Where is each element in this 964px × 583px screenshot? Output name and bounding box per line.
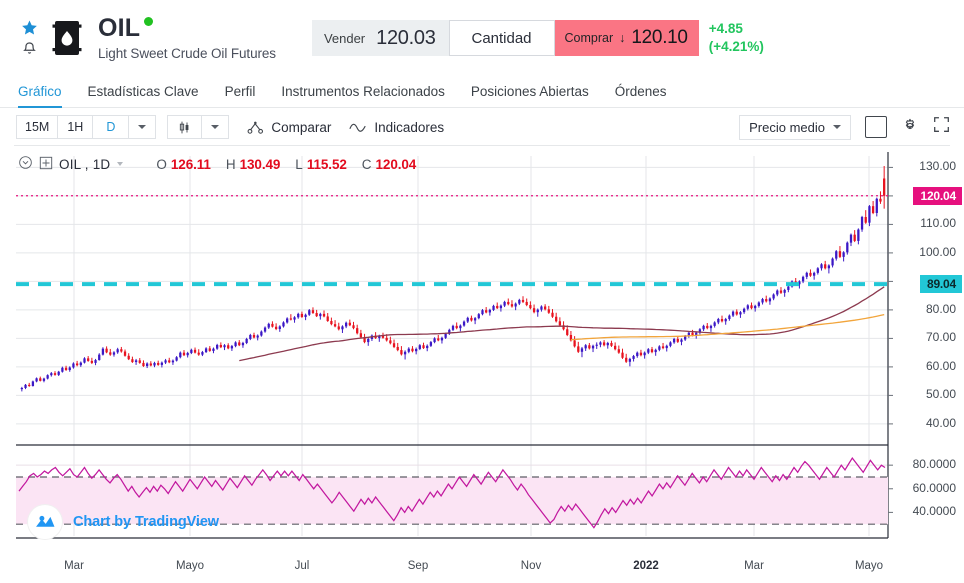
change-block: +4.85 (+4.21%) [709, 20, 764, 56]
symbol-name: OIL [98, 13, 141, 42]
chart-toolbar: 15M 1H D Comparar Indicadores Precio med… [0, 108, 964, 146]
ohlc-value-o: 126.11 [170, 156, 211, 172]
price-tick-label: 80.00 [925, 301, 956, 316]
time-tick-label: Mar [744, 560, 764, 572]
indicators-label: Indicadores [374, 119, 445, 135]
sell-label: Vender [323, 30, 366, 46]
indicator-tick-label: 40.0000 [912, 504, 956, 519]
timeframe-more-button[interactable] [129, 115, 157, 139]
buy-price: 120.10 [631, 27, 688, 48]
arrow-down-icon: ↓ [619, 31, 626, 45]
star-icon[interactable] [20, 19, 39, 37]
time-tick-label: Sep [407, 560, 429, 572]
ohlc-key-h: H [225, 156, 236, 172]
chart-legend: OIL , 1D O 126.11 H 130.49 L 115.52 C 120.04 [18, 155, 416, 173]
market-open-dot [144, 16, 154, 26]
compare-button[interactable]: Comparar [247, 120, 331, 135]
indicator-tick-label: 80.0000 [912, 457, 956, 472]
sell-button[interactable]: Vender 120.03 [311, 20, 449, 56]
change-absolute: +4.85 [708, 20, 743, 36]
trading-chart-page: OIL Light Sweet Crude Oil Futures Vender… [0, 0, 964, 583]
ohlc-value-h: 130.49 [239, 156, 281, 172]
tab-perfil[interactable]: Perfil [225, 84, 256, 108]
timeframe-d[interactable]: D [93, 116, 128, 138]
ohlc-key-l: L [295, 156, 303, 172]
price-tick-label: 50.00 [925, 387, 956, 402]
bell-icon[interactable] [21, 40, 38, 57]
oil-barrel-icon [50, 18, 84, 58]
tab-instrumentos-relacionados[interactable]: Instrumentos Relacionados [281, 84, 445, 108]
plus-square-icon[interactable] [39, 156, 53, 173]
legend-symbol[interactable]: OIL , 1D [59, 157, 110, 172]
candlestick-icon[interactable] [168, 116, 203, 138]
price-tick-label: 110.00 [920, 216, 956, 231]
time-tick-label: Nov [520, 560, 542, 572]
ohlc-key-o: O [156, 156, 167, 172]
instrument-header: OIL Light Sweet Crude Oil Futures Vender… [0, 0, 964, 76]
header-icon-column [14, 19, 44, 57]
price-mode-select[interactable]: Precio medio [739, 114, 851, 140]
toolbar-right-group: Precio medio [739, 114, 950, 140]
ohlc-value-l: 115.52 [306, 156, 347, 172]
quantity-field[interactable]: Cantidad [448, 20, 555, 56]
tradingview-logo-icon [28, 505, 62, 539]
time-tick-label: Mayo [175, 560, 205, 572]
chevron-circle-icon[interactable] [18, 155, 33, 173]
watermark-text: Chart by TradingView [73, 514, 219, 530]
price-tick-label: 100.00 [919, 244, 956, 259]
compare-label: Comparar [271, 119, 332, 135]
price-mode-label: Precio medio [749, 119, 825, 135]
nav-tabs: Gráfico Estadísticas Clave Perfil Instrumen… [0, 76, 964, 108]
compare-icon [247, 121, 264, 134]
buy-button[interactable]: Comprar ↓ 120.10 [554, 20, 699, 56]
wave-icon [349, 123, 367, 132]
sell-price: 120.03 [376, 26, 436, 49]
timeframe-15m[interactable]: 15M [17, 116, 59, 138]
tradingview-watermark: Chart by TradingView [28, 505, 219, 539]
ohlc-value-c: 120.04 [375, 156, 417, 172]
chevron-down-icon [211, 125, 220, 129]
fullscreen-icon[interactable] [933, 116, 950, 138]
tab-gr-fico[interactable]: Gráfico [18, 84, 62, 108]
tab-posiciones-abiertas[interactable]: Posiciones Abiertas [471, 84, 589, 108]
indicator-tick-label: 60.0000 [912, 480, 956, 495]
chevron-down-icon [138, 125, 147, 129]
chart-type-caret[interactable] [202, 116, 228, 138]
time-tick-label: 2022 [633, 560, 659, 572]
timeframe-1h[interactable]: 1H [58, 116, 94, 138]
buy-label: Comprar [564, 31, 614, 45]
quote-panel: Vender 120.03 Cantidad Comprar ↓ 120.10 … [311, 20, 764, 56]
time-tick-label: Mar [64, 560, 84, 572]
tab-rdenes[interactable]: Órdenes [615, 84, 667, 108]
gear-icon[interactable] [901, 116, 919, 139]
price-tick-label: 40.00 [925, 415, 956, 430]
chevron-down-icon[interactable] [117, 162, 124, 166]
time-axis-labels: Mar Mayo Jul Sep Nov 2022 Mar Mayo [0, 560, 964, 582]
marker-price-badge: 89.04 [919, 275, 962, 294]
price-tick-label: 60.00 [925, 358, 956, 373]
symbol-description: Light Sweet Crude Oil Futures [98, 45, 276, 61]
layout-button[interactable] [865, 116, 887, 138]
timeframe-group: 15M 1H D [16, 115, 130, 139]
price-tick-label: 130.00 [919, 159, 956, 174]
chart-type-group[interactable] [167, 115, 230, 139]
ohlc-key-c: C [361, 156, 372, 172]
symbol-block: OIL Light Sweet Crude Oil Futures [98, 13, 276, 61]
time-tick-label: Jul [294, 560, 310, 572]
time-tick-label: Mayo [854, 560, 884, 572]
last-price-badge: 120.04 [913, 186, 962, 205]
change-percent: (+4.21%) [708, 39, 764, 54]
chevron-down-icon [833, 125, 841, 129]
indicators-button[interactable]: Indicadores [349, 120, 444, 135]
price-tick-label: 70.00 [925, 330, 956, 345]
tab-estad-sticas-clave[interactable]: Estadísticas Clave [88, 84, 199, 108]
ohlc-values: O 126.11 H 130.49 L 115.52 C 120.04 [156, 157, 416, 172]
